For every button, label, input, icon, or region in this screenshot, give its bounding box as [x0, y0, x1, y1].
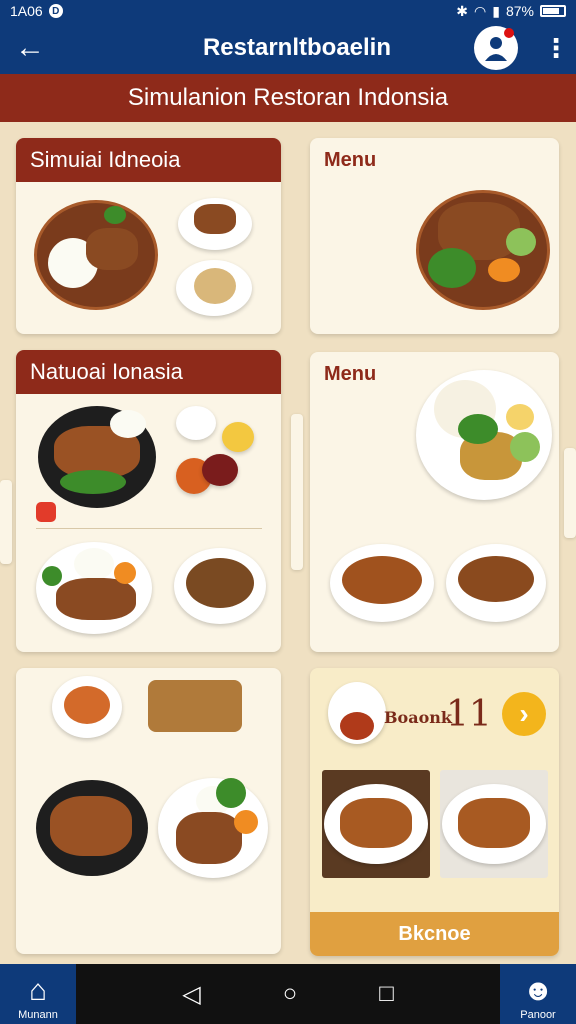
recents-square-icon[interactable]: □	[379, 980, 394, 1008]
left-scroll-handle[interactable]	[0, 480, 12, 564]
side-rice	[194, 268, 236, 304]
arrow-left-icon: ←	[15, 31, 45, 64]
signal-icon: ▮	[492, 2, 500, 19]
app-title: Restarnltboaelin	[202, 34, 392, 61]
rice-garnish	[110, 410, 146, 438]
menu-card-2[interactable]: Menu	[310, 138, 559, 334]
card-title: Simuiai Idneoia	[16, 138, 281, 182]
battery-level: 87%	[505, 3, 534, 19]
menu-card-3[interactable]: Natuoai Ionasia	[16, 350, 281, 652]
page-banner: Simulanion Restoran Indonsia	[0, 74, 576, 122]
tempeh-tray-image	[148, 680, 242, 732]
promo-badge-icon	[36, 502, 56, 522]
photo-chicken	[458, 798, 530, 848]
nav-home-label: Munann	[18, 1009, 58, 1021]
sauce-bowl	[222, 422, 254, 452]
card-title: Natuoai Ionasia	[16, 350, 281, 394]
cucumber-garnish	[506, 228, 536, 256]
back-button[interactable]: ←	[0, 22, 60, 74]
promo-label: Boaonk	[384, 708, 452, 727]
profile-button[interactable]	[474, 26, 518, 70]
greens-garnish	[216, 778, 246, 808]
nav-profile-label: Panoor	[520, 1009, 556, 1021]
home-icon: ⌂	[28, 974, 48, 1007]
side-meat	[194, 204, 236, 234]
lime-garnish	[510, 432, 540, 462]
meat-portion	[56, 578, 136, 620]
status-badge: D	[48, 4, 63, 18]
menu-card-5[interactable]	[16, 668, 281, 954]
bluetooth-icon: ✱	[456, 2, 469, 19]
chevron-right-icon: ›	[519, 698, 529, 729]
promo-number: 11	[446, 694, 492, 735]
greens-garnish	[104, 206, 126, 224]
greens-garnish	[42, 566, 62, 586]
orange-slice	[114, 562, 136, 584]
menu-card-1[interactable]: Simuiai Idneoia	[16, 138, 281, 334]
right-scroll-handle[interactable]	[564, 448, 576, 538]
greens-garnish	[428, 248, 476, 288]
dish-photo	[322, 770, 430, 878]
orange-slice	[234, 810, 258, 834]
bottom-navigation: ⌂ Munann ◁ ○ □ ☻ Panoor	[0, 964, 576, 1024]
system-navigation: ◁ ○ □	[182, 980, 393, 1009]
more-vertical-icon: ⋮	[543, 32, 569, 63]
photo-chicken	[340, 798, 412, 848]
order-button[interactable]: Bkcnoe	[310, 912, 559, 956]
status-time: 1A06	[10, 3, 43, 19]
egg-garnish	[506, 404, 534, 430]
rice-portion	[74, 548, 114, 580]
dish-photo	[440, 770, 548, 878]
card-divider	[36, 528, 262, 529]
meat-portion	[176, 812, 242, 864]
sauce-bowl	[176, 406, 216, 440]
app-bar: ← Restarnltboaelin ⋮	[0, 22, 576, 74]
soup	[342, 556, 422, 604]
sauce-bowl	[202, 454, 238, 486]
fried-chicken	[50, 796, 132, 856]
soup	[458, 556, 534, 602]
promo-card[interactable]: Boaonk 11 › Bkcnoe	[310, 668, 559, 956]
home-circle-icon[interactable]: ○	[283, 980, 298, 1008]
soup	[186, 558, 254, 608]
greens-garnish	[458, 414, 498, 444]
menu-card-4[interactable]: Menu	[310, 352, 559, 652]
nav-profile[interactable]: ☻ Panoor	[500, 964, 576, 1024]
meat-portion	[86, 228, 138, 270]
soup	[64, 686, 110, 724]
lettuce-garnish	[60, 470, 126, 494]
drink	[340, 712, 374, 740]
status-bar: 1A06 D ✱ ◠ ▮ 87%	[0, 0, 576, 22]
battery-icon	[540, 5, 566, 17]
notification-dot	[504, 28, 514, 38]
profile-icon: ☻	[522, 974, 554, 1007]
next-button[interactable]: ›	[502, 692, 546, 736]
center-scroll-handle[interactable]	[291, 414, 303, 570]
more-options-button[interactable]: ⋮	[536, 22, 576, 74]
back-triangle-icon[interactable]: ◁	[182, 980, 200, 1009]
nav-home[interactable]: ⌂ Munann	[0, 964, 76, 1024]
sambal-sauce	[488, 258, 520, 282]
card-title: Menu	[324, 148, 377, 171]
wifi-icon: ◠	[474, 2, 487, 19]
